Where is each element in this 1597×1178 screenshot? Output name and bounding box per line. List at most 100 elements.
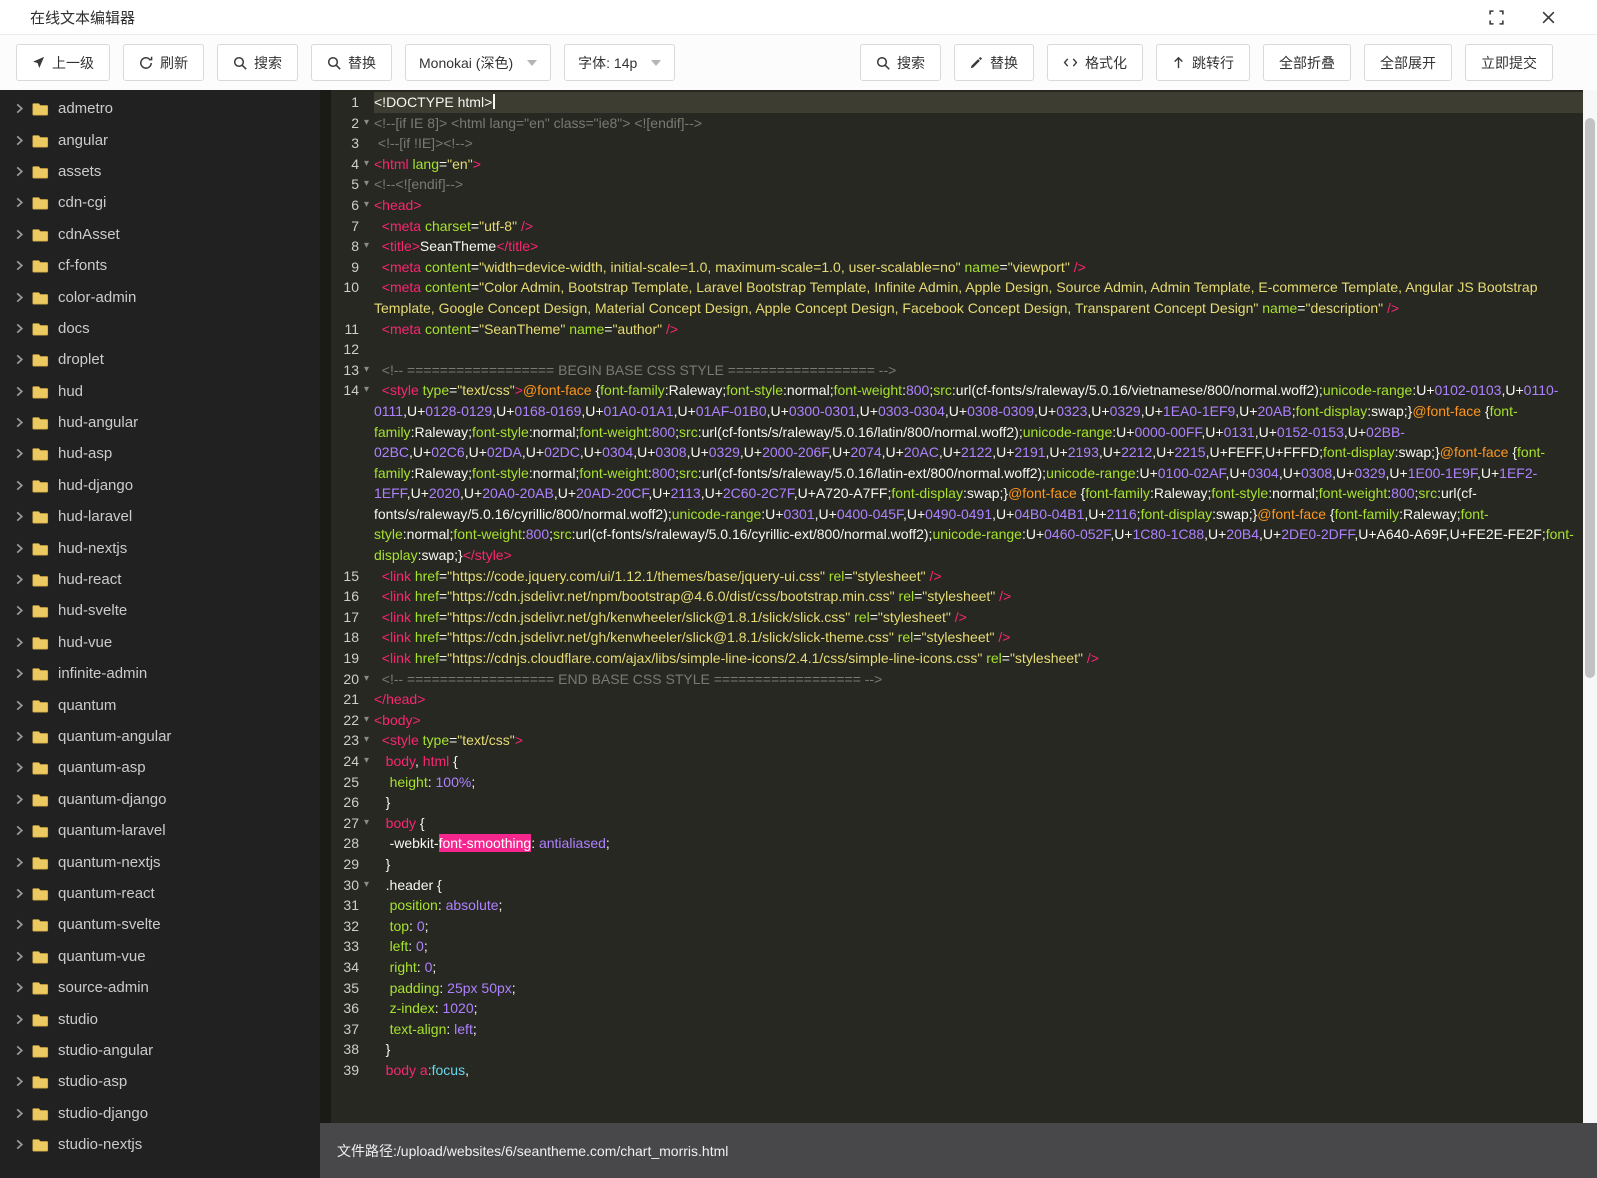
- sidebar-folder-quantum-react[interactable]: quantum-react: [0, 878, 320, 909]
- code-line-content[interactable]: <meta content="width=device-width, initi…: [374, 257, 1583, 278]
- code-line-content[interactable]: <!-- ================== BEGIN BASE CSS S…: [374, 360, 1583, 381]
- sidebar-folder-quantum-asp[interactable]: quantum-asp: [0, 752, 320, 783]
- chevron-right-icon[interactable]: [14, 605, 26, 616]
- chevron-right-icon[interactable]: [14, 386, 26, 397]
- fold-toggle-icon[interactable]: ▾: [359, 730, 374, 751]
- toolbar-button-刷新[interactable]: 刷新: [123, 44, 204, 81]
- chevron-right-icon[interactable]: [14, 354, 26, 365]
- sidebar-folder-quantum-svelte[interactable]: quantum-svelte: [0, 909, 320, 940]
- fullscreen-icon[interactable]: [1487, 8, 1505, 26]
- code-line-content[interactable]: <link href="https://cdn.jsdelivr.net/gh/…: [374, 627, 1583, 648]
- code-line-content[interactable]: <meta content="Color Admin, Bootstrap Te…: [374, 277, 1583, 318]
- chevron-right-icon[interactable]: [14, 794, 26, 805]
- editor-scrollbar-thumb[interactable]: [1585, 118, 1595, 678]
- sidebar-folder-hud-django[interactable]: hud-django: [0, 470, 320, 501]
- code-line-content[interactable]: <link href="https://cdnjs.cloudflare.com…: [374, 648, 1583, 669]
- toolbar-button-格式化[interactable]: 格式化: [1047, 44, 1143, 81]
- code-line-content[interactable]: <link href="https://code.jquery.com/ui/1…: [374, 566, 1583, 587]
- sidebar-folder-hud-react[interactable]: hud-react: [0, 564, 320, 595]
- sidebar-folder-studio[interactable]: studio: [0, 1003, 320, 1034]
- chevron-right-icon[interactable]: [14, 448, 26, 459]
- sidebar-folder-droplet[interactable]: droplet: [0, 344, 320, 375]
- code-line-content[interactable]: </head>: [374, 689, 1583, 710]
- code-line-content[interactable]: <!--<![endif]-->: [374, 174, 1583, 195]
- code-line-content[interactable]: -webkit-font-smoothing: antialiased;: [374, 833, 1583, 854]
- theme-select[interactable]: Monokai (深色): [405, 44, 551, 81]
- code-line-content[interactable]: <head>: [374, 195, 1583, 216]
- sidebar-folder-docs[interactable]: docs: [0, 313, 320, 344]
- toolbar-button-替换[interactable]: 替换: [954, 44, 1034, 81]
- toolbar-button-跳转行[interactable]: 跳转行: [1156, 44, 1250, 81]
- code-line-content[interactable]: <meta charset="utf-8" />: [374, 216, 1583, 237]
- sidebar-folder-quantum-django[interactable]: quantum-django: [0, 784, 320, 815]
- fold-toggle-icon[interactable]: ▾: [359, 813, 374, 834]
- chevron-right-icon[interactable]: [14, 1045, 26, 1056]
- code-line-content[interactable]: height: 100%;: [374, 772, 1583, 793]
- chevron-right-icon[interactable]: [14, 637, 26, 648]
- code-line-content[interactable]: <style type="text/css">@font-face {font-…: [374, 380, 1583, 565]
- chevron-right-icon[interactable]: [14, 1108, 26, 1119]
- chevron-right-icon[interactable]: [14, 982, 26, 993]
- code-line-content[interactable]: <link href="https://cdn.jsdelivr.net/gh/…: [374, 607, 1583, 628]
- fold-toggle-icon[interactable]: ▾: [359, 875, 374, 896]
- chevron-right-icon[interactable]: [14, 135, 26, 146]
- sidebar-folder-hud-nextjs[interactable]: hud-nextjs: [0, 532, 320, 563]
- code-line-content[interactable]: padding: 25px 50px;: [374, 978, 1583, 999]
- chevron-right-icon[interactable]: [14, 1139, 26, 1150]
- sidebar-folder-angular[interactable]: angular: [0, 124, 320, 155]
- code-line-content[interactable]: <body>: [374, 710, 1583, 731]
- sidebar-folder-quantum[interactable]: quantum: [0, 689, 320, 720]
- sidebar-folder-color-admin[interactable]: color-admin: [0, 281, 320, 312]
- chevron-right-icon[interactable]: [14, 857, 26, 868]
- chevron-right-icon[interactable]: [14, 480, 26, 491]
- fold-toggle-icon[interactable]: ▾: [359, 174, 374, 195]
- sidebar-folder-quantum-laravel[interactable]: quantum-laravel: [0, 815, 320, 846]
- sidebar-folder-hud[interactable]: hud: [0, 376, 320, 407]
- chevron-right-icon[interactable]: [14, 511, 26, 522]
- chevron-right-icon[interactable]: [14, 951, 26, 962]
- code-line-content[interactable]: top: 0;: [374, 916, 1583, 937]
- font-size-select[interactable]: 字体: 14p: [564, 44, 675, 81]
- close-icon[interactable]: [1539, 8, 1557, 26]
- toolbar-button-替换[interactable]: 替换: [311, 44, 392, 81]
- chevron-right-icon[interactable]: [14, 888, 26, 899]
- sidebar-folder-source-admin[interactable]: source-admin: [0, 972, 320, 1003]
- sidebar-folder-hud-vue[interactable]: hud-vue: [0, 627, 320, 658]
- sidebar-folder-admetro[interactable]: admetro: [0, 93, 320, 124]
- fold-toggle-icon[interactable]: ▾: [359, 195, 374, 216]
- sidebar-folder-cdnAsset[interactable]: cdnAsset: [0, 219, 320, 250]
- chevron-right-icon[interactable]: [14, 197, 26, 208]
- chevron-right-icon[interactable]: [14, 1076, 26, 1087]
- chevron-right-icon[interactable]: [14, 166, 26, 177]
- code-line-content[interactable]: <!--[if !IE]><!-->: [374, 133, 1583, 154]
- toolbar-button-全部折叠[interactable]: 全部折叠: [1263, 44, 1351, 81]
- code-line-content[interactable]: body {: [374, 813, 1583, 834]
- sidebar-folder-hud-svelte[interactable]: hud-svelte: [0, 595, 320, 626]
- fold-toggle-icon[interactable]: ▾: [359, 751, 374, 772]
- chevron-right-icon[interactable]: [14, 825, 26, 836]
- code-line-content[interactable]: body a:focus,: [374, 1060, 1583, 1081]
- fold-toggle-icon[interactable]: ▾: [359, 710, 374, 731]
- fold-toggle-icon[interactable]: ▾: [359, 113, 374, 134]
- chevron-right-icon[interactable]: [14, 292, 26, 303]
- code-line-content[interactable]: <style type="text/css">: [374, 730, 1583, 751]
- chevron-right-icon[interactable]: [14, 574, 26, 585]
- sidebar-folder-studio-angular[interactable]: studio-angular: [0, 1035, 320, 1066]
- code-line-content[interactable]: text-align: left;: [374, 1019, 1583, 1040]
- code-line-content[interactable]: <!DOCTYPE html>: [374, 92, 1583, 113]
- chevron-right-icon[interactable]: [14, 323, 26, 334]
- chevron-right-icon[interactable]: [14, 731, 26, 742]
- fold-toggle-icon[interactable]: ▾: [359, 380, 374, 565]
- code-line-content[interactable]: <link href="https://cdn.jsdelivr.net/npm…: [374, 586, 1583, 607]
- sidebar-folder-studio-asp[interactable]: studio-asp: [0, 1066, 320, 1097]
- sidebar-folder-quantum-vue[interactable]: quantum-vue: [0, 941, 320, 972]
- code-line-content[interactable]: .header {: [374, 875, 1583, 896]
- sidebar-folder-quantum-angular[interactable]: quantum-angular: [0, 721, 320, 752]
- sidebar-folder-assets[interactable]: assets: [0, 156, 320, 187]
- chevron-right-icon[interactable]: [14, 1014, 26, 1025]
- fold-toggle-icon[interactable]: ▾: [359, 669, 374, 690]
- code-line-content[interactable]: <html lang="en">: [374, 154, 1583, 175]
- code-line-content[interactable]: <!--[if IE 8]> <html lang="en" class="ie…: [374, 113, 1583, 134]
- code-line-content[interactable]: }: [374, 1039, 1583, 1060]
- fold-toggle-icon[interactable]: ▾: [359, 360, 374, 381]
